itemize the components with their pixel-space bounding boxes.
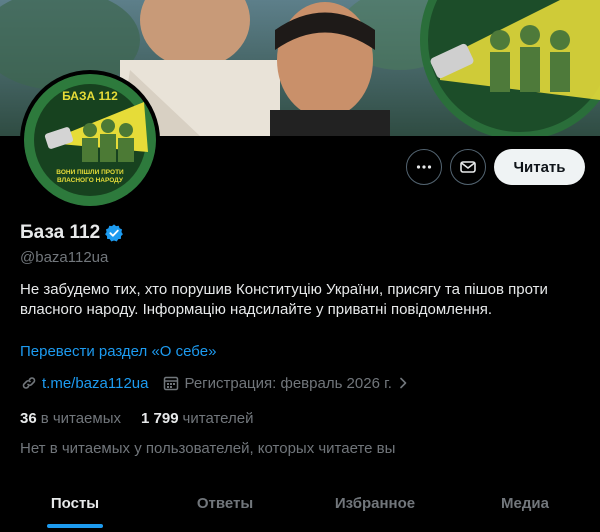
followers-count: 1 799 bbox=[141, 410, 179, 427]
message-button[interactable] bbox=[450, 149, 486, 185]
svg-text:БАЗА 112: БАЗА 112 bbox=[62, 89, 118, 103]
following-label: в читаемых bbox=[40, 410, 121, 427]
followers-stat[interactable]: 1 799 читателей bbox=[141, 410, 253, 427]
verified-badge-icon[interactable] bbox=[104, 223, 124, 243]
profile-actions: Читать bbox=[406, 149, 585, 185]
tab-media[interactable]: Медиа bbox=[450, 475, 600, 532]
follow-button[interactable]: Читать bbox=[494, 149, 585, 185]
following-stat[interactable]: 36 в читаемых bbox=[20, 410, 121, 427]
profile-link-item: t.me/baza112ua bbox=[20, 374, 148, 392]
chevron-right-icon bbox=[400, 377, 407, 389]
link-icon bbox=[22, 377, 36, 389]
profile-joined-date: Регистрация: февраль 2026 г. bbox=[184, 374, 392, 392]
translate-bio-link[interactable]: Перевести раздел «О себе» bbox=[20, 343, 216, 360]
profile-tabs: Посты Ответы Избранное Медиа bbox=[0, 475, 600, 532]
profile-handle: @baza112ua bbox=[20, 249, 109, 266]
avatar-logo: БАЗА 112 ВОНИ ПІШЛИ ПРОТИ ВЛАСНОГО НАРОД… bbox=[24, 74, 156, 206]
profile-joined-item[interactable]: Регистрация: февраль 2026 г. bbox=[162, 374, 409, 392]
profile-page: БАЗА 112 ВОНИ ПІШЛИ ПРОТИ ВЛАСНОГО НАРОД… bbox=[0, 0, 600, 532]
followers-label: читателей bbox=[182, 410, 254, 427]
svg-text:ВОНИ ПІШЛИ ПРОТИ: ВОНИ ПІШЛИ ПРОТИ bbox=[56, 169, 124, 176]
followed-by-note: Нет в читаемых у пользователей, которых … bbox=[20, 440, 396, 457]
tab-replies[interactable]: Ответы bbox=[150, 475, 300, 532]
profile-name: База 112 bbox=[20, 222, 101, 243]
profile-stats: 36 в читаемых 1 799 читателей bbox=[20, 410, 253, 427]
calendar-icon bbox=[164, 376, 179, 391]
svg-text:ВЛАСНОГО НАРОДУ: ВЛАСНОГО НАРОДУ bbox=[57, 177, 124, 184]
more-icon bbox=[416, 165, 432, 169]
profile-name-row: База 112 bbox=[20, 222, 124, 244]
profile-meta: t.me/baza112ua Регистрация: февраль 2026… bbox=[20, 374, 424, 392]
envelope-icon bbox=[460, 161, 476, 173]
tab-posts[interactable]: Посты bbox=[0, 475, 150, 532]
profile-avatar[interactable]: БАЗА 112 ВОНИ ПІШЛИ ПРОТИ ВЛАСНОГО НАРОД… bbox=[20, 70, 160, 210]
more-button[interactable] bbox=[406, 149, 442, 185]
following-count: 36 bbox=[20, 410, 37, 427]
profile-bio: Не забудемо тих, хто порушив Конституцію… bbox=[20, 281, 548, 318]
profile-website-link[interactable]: t.me/baza112ua bbox=[42, 375, 148, 392]
tab-likes[interactable]: Избранное bbox=[300, 475, 450, 532]
